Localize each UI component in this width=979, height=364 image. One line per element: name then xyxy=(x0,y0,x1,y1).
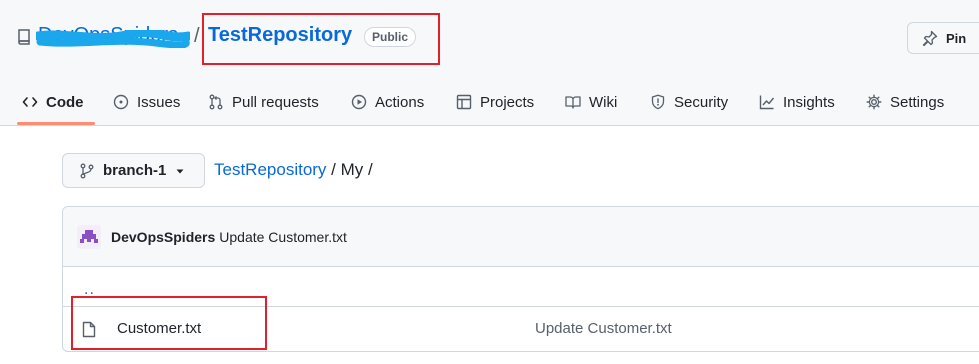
tab-issues-label: Issues xyxy=(137,93,181,111)
pin-button[interactable]: Pin xyxy=(907,22,979,54)
pin-label: Pin xyxy=(946,30,967,46)
list-item[interactable]: Customer.txt Update Customer.txt xyxy=(63,307,979,351)
tab-settings-label: Settings xyxy=(890,93,945,111)
visibility-badge: Public xyxy=(364,27,417,47)
tab-code-label: Code xyxy=(46,93,84,111)
breadcrumb-path: / My / xyxy=(326,160,373,179)
tab-wiki[interactable]: Wiki xyxy=(565,80,617,124)
parent-directory-link[interactable]: .. xyxy=(84,281,95,299)
branch-name: branch-1 xyxy=(103,162,167,179)
branch-selector[interactable]: branch-1 xyxy=(62,153,205,188)
repo-icon xyxy=(18,29,30,45)
caret-down-icon xyxy=(176,169,184,173)
file-icon xyxy=(82,321,96,338)
breadcrumb-repo-link[interactable]: TestRepository xyxy=(214,160,326,179)
graph-icon xyxy=(759,95,775,110)
git-branch-icon xyxy=(80,163,94,178)
pin-icon xyxy=(922,30,938,46)
tab-projects-label: Projects xyxy=(480,93,535,111)
book-icon xyxy=(565,96,581,109)
code-icon xyxy=(22,97,38,107)
identicon-icon xyxy=(80,229,98,243)
tab-code[interactable]: Code xyxy=(22,80,84,124)
owner-repo-separator: / xyxy=(194,25,200,47)
file-browser: DevOpsSpiders Update Customer.txt .. Cus… xyxy=(62,206,979,352)
repo-header: DevOpsSpiders / TestRepository Public Pi… xyxy=(0,0,979,126)
file-last-commit-link[interactable]: Update Customer.txt xyxy=(535,320,672,337)
issue-opened-icon xyxy=(113,94,129,110)
tab-security-label: Security xyxy=(674,93,729,111)
breadcrumb: TestRepository / My / xyxy=(214,160,373,180)
parent-directory-row[interactable]: .. xyxy=(63,267,979,307)
tab-wiki-label: Wiki xyxy=(589,93,618,111)
tab-actions[interactable]: Actions xyxy=(351,80,424,124)
file-name-link[interactable]: Customer.txt xyxy=(117,320,201,337)
tab-pull-requests[interactable]: Pull requests xyxy=(208,80,319,124)
repo-name-link[interactable]: TestRepository xyxy=(208,24,352,47)
table-icon xyxy=(456,94,472,110)
tab-security[interactable]: Security xyxy=(650,80,728,124)
shield-icon xyxy=(651,94,665,110)
commit-author-link[interactable]: DevOpsSpiders xyxy=(111,229,215,245)
redaction-scribble xyxy=(36,30,190,48)
active-tab-indicator xyxy=(17,122,95,125)
gear-icon xyxy=(866,94,882,110)
tab-pull-requests-label: Pull requests xyxy=(232,93,319,111)
tab-insights[interactable]: Insights xyxy=(759,80,835,124)
latest-commit-bar: DevOpsSpiders Update Customer.txt xyxy=(63,207,979,267)
tab-issues[interactable]: Issues xyxy=(113,80,180,124)
play-icon xyxy=(351,94,367,110)
commit-message-link[interactable]: Update Customer.txt xyxy=(219,229,347,245)
tab-settings[interactable]: Settings xyxy=(866,80,944,124)
tab-insights-label: Insights xyxy=(783,93,835,111)
avatar[interactable] xyxy=(77,224,101,249)
tab-actions-label: Actions xyxy=(375,93,425,111)
tab-projects[interactable]: Projects xyxy=(456,80,534,124)
repo-nav-tabs: Code Issues Pull requests Actions Projec… xyxy=(0,80,979,126)
git-pull-request-icon xyxy=(209,94,223,110)
